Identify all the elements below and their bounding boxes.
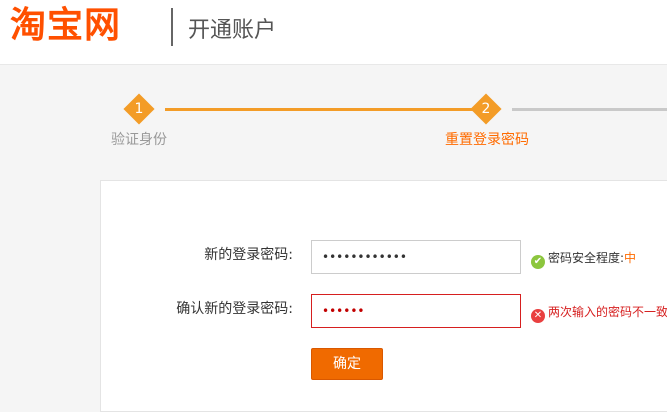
new-password-label: 新的登录密码: xyxy=(204,247,293,263)
password-mismatch-error: ✕ 两次输入的密码不一致 xyxy=(531,304,667,323)
x-circle-icon: ✕ xyxy=(531,309,545,323)
strength-text: 密码安全程度: xyxy=(548,251,625,265)
step-2-label: 重置登录密码 xyxy=(445,132,529,148)
header-divider xyxy=(171,8,173,46)
confirm-password-input[interactable]: •••••• xyxy=(311,294,521,328)
progress-track-pending xyxy=(512,108,667,111)
progress-track-complete xyxy=(165,108,475,111)
step-1-number: 1 xyxy=(134,101,144,117)
step-1-label: 验证身份 xyxy=(111,132,167,148)
step-2-number: 2 xyxy=(481,101,491,117)
confirm-button[interactable]: 确定 xyxy=(311,348,383,380)
confirm-password-label: 确认新的登录密码: xyxy=(176,301,293,317)
page-title: 开通账户 xyxy=(188,18,277,43)
check-circle-icon: ✔ xyxy=(531,255,545,269)
error-text: 两次输入的密码不一致 xyxy=(548,305,667,319)
page-header: 淘宝网 开通账户 xyxy=(0,0,667,65)
password-strength-hint: ✔ 密码安全程度:中 xyxy=(531,250,636,269)
taobao-logo[interactable]: 淘宝网 xyxy=(10,4,121,48)
new-password-input[interactable]: •••••••••••• xyxy=(311,240,521,274)
strength-level: 中 xyxy=(624,251,637,265)
